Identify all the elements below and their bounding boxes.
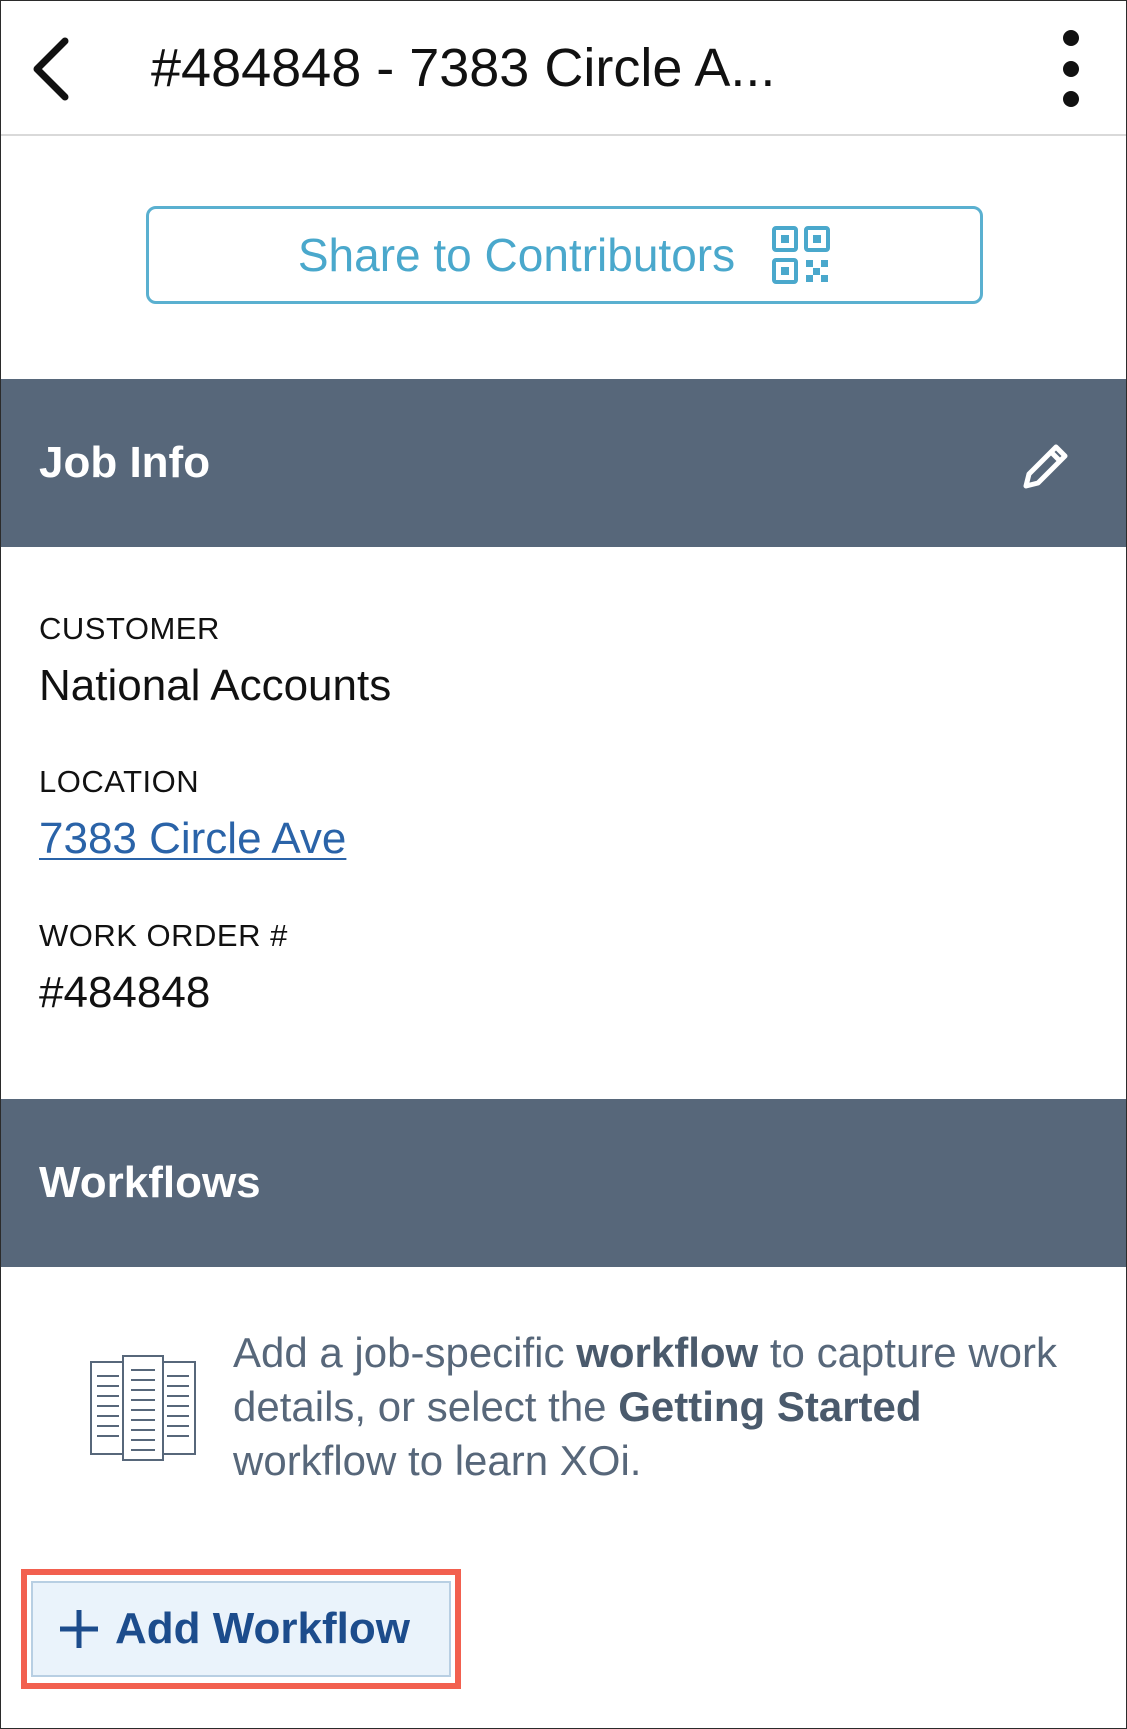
workflows-empty-message: Add a job-specific workflow to capture w… xyxy=(233,1326,1093,1488)
edit-job-info-button[interactable] xyxy=(1011,431,1081,501)
share-to-contributors-button[interactable]: Share to Contributors xyxy=(146,206,983,304)
plus-icon xyxy=(57,1607,101,1651)
pencil-icon xyxy=(1023,444,1068,489)
work-order-value: #484848 xyxy=(39,968,211,1017)
empty-text-bold: workflow xyxy=(576,1329,759,1376)
chevron-left-icon xyxy=(33,37,69,100)
back-button[interactable] xyxy=(21,31,81,106)
add-workflow-button[interactable]: Add Workflow xyxy=(31,1581,451,1677)
documents-icon xyxy=(90,1355,196,1461)
job-info-title: Job Info xyxy=(39,438,211,487)
more-options-button[interactable] xyxy=(1041,26,1101,111)
work-order-label: WORK ORDER # xyxy=(39,918,288,953)
app-screen: #484848 - 7383 Circle A... Share to Cont… xyxy=(0,0,1127,1729)
customer-value: National Accounts xyxy=(39,661,392,710)
add-workflow-label: Add Workflow xyxy=(115,1604,410,1653)
location-link[interactable]: 7383 Circle Ave xyxy=(39,814,346,864)
workflows-title: Workflows xyxy=(39,1158,261,1207)
share-button-label: Share to Contributors xyxy=(297,229,736,281)
more-dot xyxy=(1063,91,1079,107)
qr-code-icon xyxy=(772,226,831,284)
more-vertical-icon xyxy=(1063,30,1079,46)
job-info-header: Job Info xyxy=(1,379,1126,547)
page-title: #484848 - 7383 Circle A... xyxy=(151,38,776,98)
customer-label: CUSTOMER xyxy=(39,611,220,646)
more-dot xyxy=(1063,60,1079,77)
empty-text-part: Add a job-specific xyxy=(233,1329,577,1376)
location-label: LOCATION xyxy=(39,764,200,799)
empty-text-bold: Getting Started xyxy=(618,1383,922,1430)
top-bar: #484848 - 7383 Circle A... xyxy=(1,1,1126,136)
workflows-header: Workflows xyxy=(1,1099,1126,1267)
empty-text-part: workflow to learn XOi. xyxy=(233,1437,642,1484)
